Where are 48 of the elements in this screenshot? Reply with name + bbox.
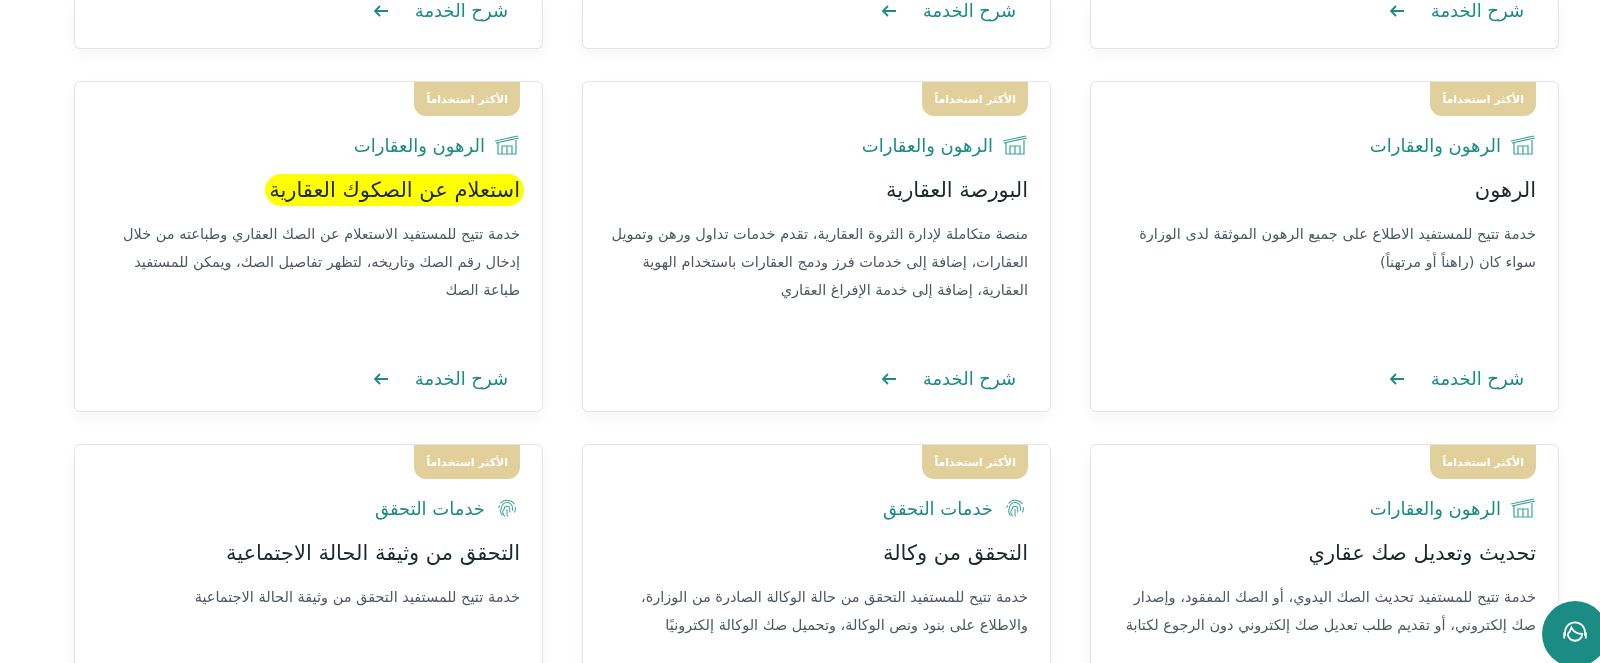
- description-line: خدمة تتيح للمستفيد تحديث الصك اليدوي، أو الصك المفقود، وإصدار: [1132, 586, 1536, 608]
- service-title: استعلام عن الصكوك العقارية: [265, 174, 524, 206]
- description-line: خدمة تتيح للمستفيد الاطلاع على جميع الرهون الموثقة لدى الوزارة: [1138, 225, 1536, 245]
- service-title: الرهون: [1474, 177, 1536, 204]
- arrow-left-icon: [372, 4, 389, 17]
- description-line: خدمة تتيح للمستفيد التحقق من حالة الوكالة الصادرة من الوزارة،: [640, 588, 1028, 608]
- service-explanation-link[interactable]: شرح الخدمة: [880, 0, 1016, 21]
- description-line: طباعة الصك: [444, 281, 520, 300]
- category-label[interactable]: الرهون والعقارات: [353, 134, 485, 156]
- category-label[interactable]: خدمات التحقق: [882, 497, 993, 519]
- service-explanation-link[interactable]: شرح الخدمة: [372, 368, 508, 389]
- description-line: منصة متكاملة لإدارة الثروة العقارية، تقدم خدمات تداول ورهن وتمويل: [610, 225, 1028, 245]
- most-used-badge: الأكثر استخداماً: [922, 445, 1028, 479]
- building-icon: [1510, 497, 1536, 519]
- support-chat-button[interactable]: [1542, 601, 1600, 663]
- service-title: البورصة العقارية: [886, 177, 1028, 204]
- most-used-badge: الأكثر استخداماً: [414, 82, 520, 116]
- description-line: خدمة تتيح للمستفيد الاستعلام عن الصك العقاري وطباعته من خلال: [122, 225, 520, 245]
- most-used-badge: الأكثر استخداماً: [1430, 445, 1536, 479]
- category-label[interactable]: الرهون والعقارات: [1369, 497, 1501, 519]
- description-line: سواء كان (راهناً أو مرتهناً): [1379, 251, 1536, 273]
- description-line: والاطلاع على بنود ونص الوكالة، وتحميل صك الوكالة إلكترونيًا: [664, 616, 1028, 636]
- description-line: العقارية، إضافة إلى خدمة الإفراغ العقاري: [779, 281, 1028, 301]
- building-icon: [1510, 134, 1536, 156]
- most-used-badge: الأكثر استخداماً: [1430, 82, 1536, 116]
- category-label[interactable]: الرهون والعقارات: [1369, 134, 1501, 156]
- category-label[interactable]: خدمات التحقق: [374, 497, 485, 519]
- service-title: التحقق من وثيقة الحالة الاجتماعية: [225, 540, 520, 567]
- category-label[interactable]: الرهون والعقارات: [861, 134, 993, 156]
- service-explanation-link[interactable]: شرح الخدمة: [1388, 368, 1524, 389]
- arrow-left-icon: [1388, 372, 1405, 385]
- arrow-left-icon: [880, 372, 897, 385]
- service-explanation-link[interactable]: شرح الخدمة: [880, 368, 1016, 389]
- description-line: صك إلكتروني، أو تقديم طلب تعديل صك إلكتروني دون الرجوع لكتابة: [1124, 614, 1536, 636]
- arrow-left-icon: [372, 372, 389, 385]
- building-icon: [1002, 134, 1028, 156]
- most-used-badge: الأكثر استخداماً: [922, 82, 1028, 116]
- service-explanation-link[interactable]: شرح الخدمة: [1388, 0, 1524, 21]
- arrow-left-icon: [880, 4, 897, 17]
- building-icon: [494, 134, 520, 156]
- description-line: إدخال رقم الصك وتاريخه، لتظهر تفاصيل الصك، ويمكن للمستفيد: [133, 253, 520, 273]
- arrow-left-icon: [1388, 4, 1405, 17]
- most-used-badge: الأكثر استخداماً: [414, 445, 520, 479]
- service-title: التحقق من وكالة: [882, 540, 1028, 567]
- description-line: العقارات، إضافة إلى خدمات فرز ودمج العقارات باستخدام الهوية: [641, 253, 1028, 273]
- service-explanation-link[interactable]: شرح الخدمة: [372, 0, 508, 21]
- description-line: خدمة تتيح للمستفيد التحقق من وثيقة الحالة الاجتماعية: [193, 588, 520, 608]
- service-title: تحديث وتعديل صك عقاري: [1308, 540, 1536, 567]
